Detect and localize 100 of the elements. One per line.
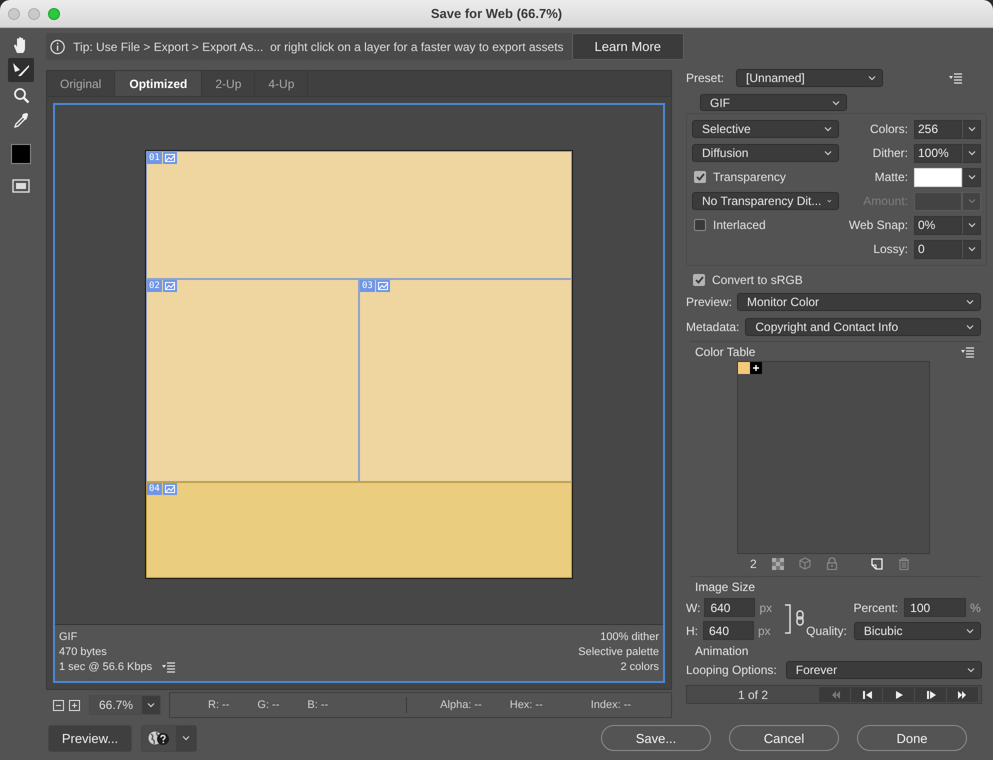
checkbox[interactable]	[694, 171, 706, 183]
chevron-icon	[827, 198, 832, 204]
input-field[interactable]: 100	[904, 598, 966, 617]
field-label: Metadata:	[686, 320, 740, 334]
done-button[interactable]: Done	[857, 725, 967, 751]
learn-more-button[interactable]: Learn More	[572, 33, 684, 60]
input-field[interactable]: 640	[704, 598, 756, 617]
frame-counter: 1 of 2	[736, 688, 770, 702]
field-label: Percent:	[853, 600, 898, 614]
info-text: Selective palette	[578, 645, 659, 660]
dropdown-button[interactable]	[962, 144, 981, 162]
previous-frame-button[interactable]	[851, 687, 882, 702]
preset-dropdown[interactable]: [Unnamed]	[736, 69, 884, 87]
field-label: Preview:	[686, 295, 732, 309]
browser-icon	[148, 730, 170, 746]
slice-select-icon[interactable]	[12, 62, 30, 78]
image-icon	[162, 483, 177, 495]
color-swatch[interactable]	[11, 144, 31, 164]
preview-button[interactable]: Preview...	[48, 724, 132, 752]
info-text: 1 sec @ 56.6 Kbps	[59, 660, 152, 675]
unit-label: px	[758, 624, 771, 638]
chevron-icon	[968, 246, 976, 252]
save-button[interactable]: Save...	[601, 725, 711, 751]
dropdown-button[interactable]	[962, 240, 981, 258]
dropdown-button[interactable]	[962, 216, 981, 234]
check-icon	[696, 173, 704, 181]
input-field[interactable]: 100%	[914, 144, 962, 162]
checkbox-label[interactable]: Convert to sRGB	[712, 273, 803, 287]
slice-visibility-icon[interactable]	[12, 179, 30, 193]
transparency-icon[interactable]	[772, 558, 784, 570]
field-label: H:	[686, 624, 698, 638]
field-label: W:	[686, 600, 700, 614]
chevron-icon	[968, 150, 976, 156]
color-swatch[interactable]	[750, 362, 762, 374]
tab[interactable]: Optimized	[115, 71, 202, 96]
input-field[interactable]: 256	[914, 120, 962, 138]
zoom-icon[interactable]	[12, 86, 30, 104]
color-swatch[interactable]	[738, 362, 750, 374]
image-icon	[376, 280, 390, 292]
metadata-dropdown[interactable]: Copyright and Contact Info	[745, 318, 981, 336]
last-frame-button[interactable]	[947, 687, 978, 702]
matte-swatch[interactable]	[914, 168, 962, 186]
quality-dropdown[interactable]: Bicubic	[854, 622, 981, 640]
chevron-icon	[966, 324, 974, 330]
chevron-icon	[824, 150, 832, 156]
readout-text: G: --	[257, 699, 280, 711]
zoom-button[interactable]	[48, 8, 60, 20]
zoom-out-button[interactable]	[53, 700, 64, 710]
unit-label: %	[970, 600, 981, 614]
image-icon	[162, 152, 177, 164]
checkbox[interactable]	[693, 274, 705, 286]
input-field[interactable]: 0%	[914, 216, 962, 234]
dropdown[interactable]: Selective	[692, 120, 839, 138]
chevron-icon	[966, 667, 975, 673]
field-label: Quality:	[806, 624, 847, 638]
field-label: Matte:	[874, 170, 908, 184]
chevron-icon	[968, 174, 976, 180]
chevron-icon	[968, 222, 976, 228]
info-text: GIF	[59, 630, 78, 645]
dropdown[interactable]: No Transparency Dit...	[692, 192, 839, 210]
chevron-icon	[966, 628, 974, 634]
slice-number: 03	[360, 280, 375, 292]
unit-label: px	[759, 600, 772, 614]
slice-number: 02	[147, 280, 162, 292]
new-page-icon[interactable]	[870, 558, 883, 570]
input-field[interactable]: 0	[914, 240, 962, 258]
field-label: Colors:	[868, 122, 908, 136]
format-dropdown[interactable]: GIF	[700, 94, 847, 111]
checkbox-label[interactable]: Transparency	[713, 170, 786, 184]
dropdown-button[interactable]	[962, 168, 981, 186]
play-button[interactable]	[883, 687, 914, 702]
checkbox[interactable]	[694, 219, 706, 231]
zoom-in-button[interactable]	[69, 700, 80, 710]
panel-menu-icon[interactable]	[949, 72, 962, 84]
chevron-icon	[968, 198, 976, 204]
checkbox-label[interactable]: Interlaced	[713, 218, 766, 232]
chevron-icon	[966, 299, 974, 305]
dropdown-button[interactable]	[962, 120, 981, 138]
browser-button[interactable]	[141, 724, 197, 752]
panel-menu-icon[interactable]	[961, 346, 974, 358]
eyedropper-icon[interactable]	[13, 112, 29, 128]
input-field[interactable]: 640	[703, 621, 754, 640]
chevron-icon	[824, 126, 832, 132]
cancel-button[interactable]: Cancel	[729, 725, 839, 751]
readout-text: B: --	[307, 699, 328, 711]
chevron-icon	[868, 75, 876, 81]
preview-dropdown[interactable]: Monitor Color	[737, 293, 981, 311]
section-title: Image Size	[695, 580, 756, 596]
slice-number: 01	[147, 152, 162, 164]
info-text: 100% dither	[600, 630, 659, 645]
panel-menu-icon[interactable]	[162, 662, 176, 673]
field-label: Preset:	[686, 71, 724, 85]
previous-frame-icon	[860, 690, 872, 698]
next-frame-button[interactable]	[915, 687, 946, 702]
field-label: Lossy:	[872, 242, 908, 256]
last-frame-icon	[956, 690, 968, 698]
dropdown[interactable]: Diffusion	[692, 144, 839, 162]
chevron-icon	[968, 126, 976, 132]
looping-dropdown[interactable]: Forever	[786, 661, 982, 679]
field-label: Dither:	[872, 146, 908, 160]
